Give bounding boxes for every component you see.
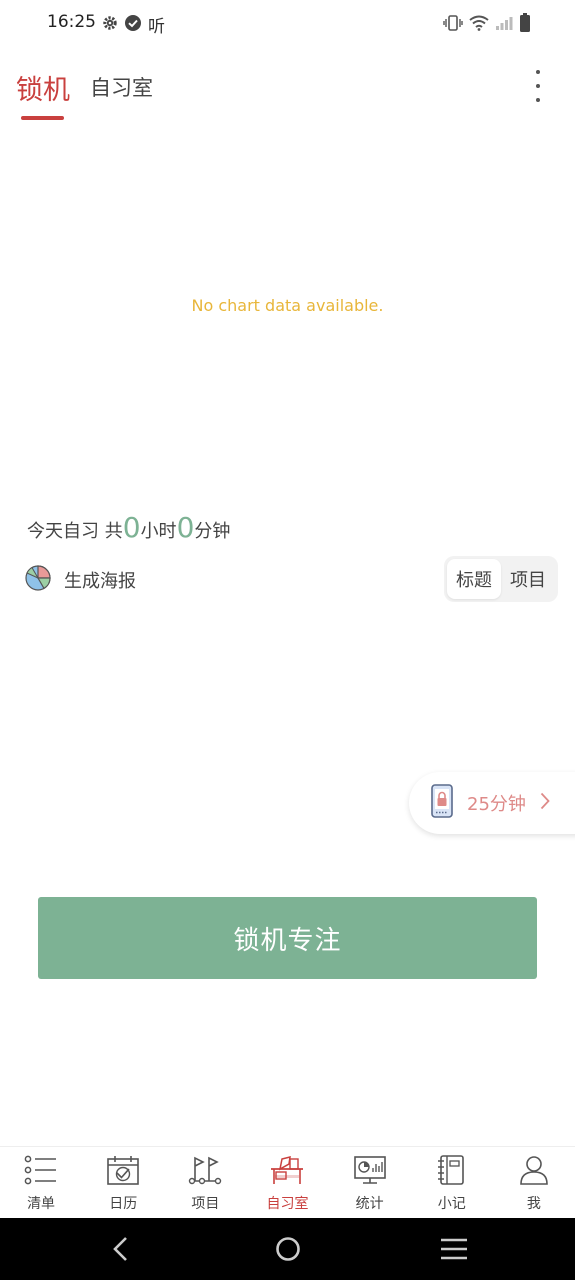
nav-label-list: 清单 <box>27 1196 56 1212</box>
today-study-summary: 今天自习 共0小时0分钟 <box>27 511 230 544</box>
nav-item-list[interactable]: 清单 <box>0 1147 82 1219</box>
segment-project[interactable]: 项目 <box>501 559 555 599</box>
tab-study-room[interactable]: 自习室 <box>90 72 153 102</box>
battery-icon <box>519 13 531 37</box>
notebook-icon <box>435 1155 469 1189</box>
calendar-icon <box>106 1155 140 1189</box>
nav-item-profile[interactable]: 我 <box>493 1147 575 1219</box>
phone-lock-icon <box>431 784 453 822</box>
status-left-icons: 听 <box>102 12 165 37</box>
nav-item-stats[interactable]: 统计 <box>329 1147 411 1219</box>
chart-empty-message: No chart data available. <box>191 296 384 315</box>
check-circle-icon <box>124 14 142 36</box>
stats-icon <box>353 1155 387 1189</box>
nav-item-study-room[interactable]: 自习室 <box>246 1147 328 1219</box>
today-hours-unit: 小时 <box>140 521 177 542</box>
more-options-button[interactable] <box>528 68 548 104</box>
nav-label-profile: 我 <box>526 1196 541 1212</box>
lock-focus-button[interactable]: 锁机专注 <box>38 897 537 979</box>
list-icon <box>24 1155 58 1189</box>
top-tabs: 锁机 自习室 <box>0 60 575 124</box>
nav-item-project[interactable]: 项目 <box>164 1147 246 1219</box>
vibrate-icon <box>443 15 463 35</box>
more-dot <box>536 70 540 74</box>
study-room-icon <box>270 1155 304 1189</box>
gear-icon <box>102 15 118 35</box>
more-dot <box>536 84 540 88</box>
generate-poster-button[interactable]: 生成海报 <box>24 564 136 596</box>
active-tab-indicator <box>21 116 64 120</box>
bottom-navigation: 清单 日历 项目 自习室 统计 小记 我 <box>0 1146 575 1219</box>
today-hours: 0 <box>122 511 141 544</box>
generate-poster-label: 生成海报 <box>64 571 136 592</box>
today-minutes: 0 <box>176 511 195 544</box>
group-by-segmented-control: 标题 项目 <box>444 556 558 602</box>
status-time: 16:25 <box>47 12 96 32</box>
system-navigation-bar <box>0 1218 575 1280</box>
wifi-icon <box>469 15 489 35</box>
today-prefix: 今天自习 共 <box>27 521 123 542</box>
pie-chart-icon <box>24 564 52 596</box>
nav-label-project: 项目 <box>191 1196 220 1212</box>
today-minutes-unit: 分钟 <box>194 521 231 542</box>
timer-duration-button[interactable]: 25分钟 <box>409 772 575 834</box>
status-right-icons <box>443 13 531 37</box>
profile-icon <box>517 1155 551 1189</box>
chevron-right-icon <box>540 792 550 814</box>
home-icon[interactable] <box>275 1236 301 1266</box>
back-icon[interactable] <box>110 1236 134 1266</box>
listen-app-icon: 听 <box>148 17 165 37</box>
nav-item-calendar[interactable]: 日历 <box>82 1147 164 1219</box>
project-icon <box>188 1155 222 1189</box>
timer-duration-label: 25分钟 <box>467 794 526 815</box>
nav-item-notebook[interactable]: 小记 <box>411 1147 493 1219</box>
segment-title[interactable]: 标题 <box>447 559 501 599</box>
recent-apps-icon[interactable] <box>440 1237 468 1265</box>
signal-icon <box>495 15 513 35</box>
nav-label-study-room: 自习室 <box>266 1196 309 1212</box>
nav-label-stats: 统计 <box>355 1196 384 1212</box>
more-dot <box>536 98 540 102</box>
nav-label-calendar: 日历 <box>109 1196 138 1212</box>
tab-lock[interactable]: 锁机 <box>16 68 70 107</box>
nav-label-notebook: 小记 <box>437 1196 466 1212</box>
status-bar: 16:25 听 <box>0 0 575 48</box>
